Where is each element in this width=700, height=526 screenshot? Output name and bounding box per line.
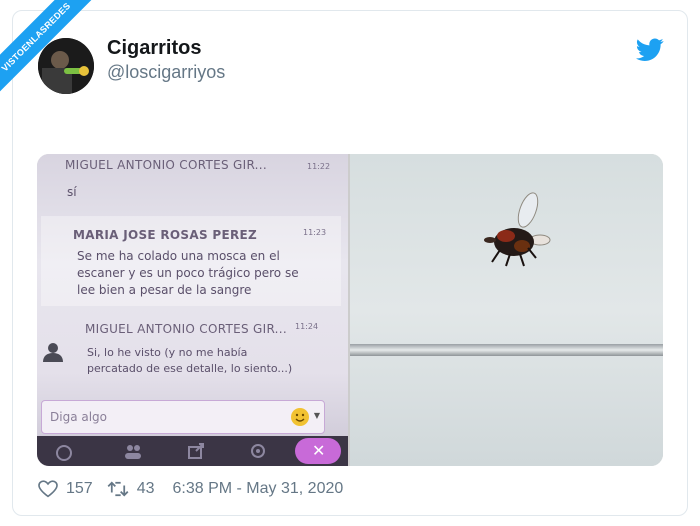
chat-sender: MARIA JOSE ROSAS PEREZ: [73, 228, 258, 242]
user-avatar-icon: [43, 343, 63, 362]
scanner-edge: [350, 344, 663, 356]
chat-screenshot-photo[interactable]: MIGUEL ANTONIO CORTES GIR... 11:22 sí MA…: [37, 154, 348, 466]
like-action[interactable]: [38, 480, 58, 498]
display-name[interactable]: Cigarritos: [107, 37, 201, 60]
handle[interactable]: @loscigarriyos: [107, 62, 225, 83]
gear-icon[interactable]: [249, 442, 267, 460]
tweet-footer: 157 43 6:38 PM - May 31, 2020: [38, 480, 343, 498]
chat-message-line: Se me ha colado una mosca en el: [77, 249, 280, 263]
heart-icon[interactable]: [38, 480, 58, 498]
like-count: 157: [66, 480, 93, 497]
fly-image: [484, 192, 551, 267]
chat-message: sí: [67, 185, 77, 199]
chat-message-line: lee bien a pesar de la sangre: [77, 283, 252, 297]
close-button[interactable]: ✕: [295, 438, 341, 464]
fly-scan-photo[interactable]: [350, 154, 663, 466]
chat-sender: MIGUEL ANTONIO CORTES GIR...: [85, 322, 288, 336]
chat-input-placeholder: Diga algo: [50, 410, 108, 424]
bottom-toolbar: ✕: [37, 436, 348, 466]
chat-message-line: Si, lo he visto (y no me había: [87, 346, 248, 359]
emoji-icon[interactable]: [290, 407, 310, 427]
tweet-timestamp[interactable]: 6:38 PM - May 31, 2020: [173, 480, 344, 498]
retweet-count: 43: [136, 480, 155, 497]
close-icon: ✕: [312, 443, 326, 460]
circle-icon[interactable]: [55, 444, 73, 462]
chat-message-line: escaner y es un poco trágico pero se: [77, 266, 299, 280]
media-grid[interactable]: MIGUEL ANTONIO CORTES GIR... 11:22 sí MA…: [37, 154, 663, 466]
chat-time: 11:22: [307, 162, 331, 171]
retweet-action[interactable]: [107, 481, 129, 497]
share-icon[interactable]: [187, 442, 205, 460]
chevron-down-icon[interactable]: ▼: [314, 411, 320, 420]
retweet-icon[interactable]: [107, 481, 129, 497]
chat-time: 11:23: [303, 228, 327, 237]
chat-sender: MIGUEL ANTONIO CORTES GIR...: [65, 158, 268, 172]
chat-input[interactable]: Diga algo ▼: [41, 400, 325, 434]
people-icon[interactable]: [123, 442, 143, 460]
chat-message-line: percatado de ese detalle, lo siento...): [87, 362, 293, 375]
chat-time: 11:24: [295, 322, 319, 331]
avatar[interactable]: [38, 38, 94, 94]
twitter-bird-icon[interactable]: [636, 38, 664, 62]
